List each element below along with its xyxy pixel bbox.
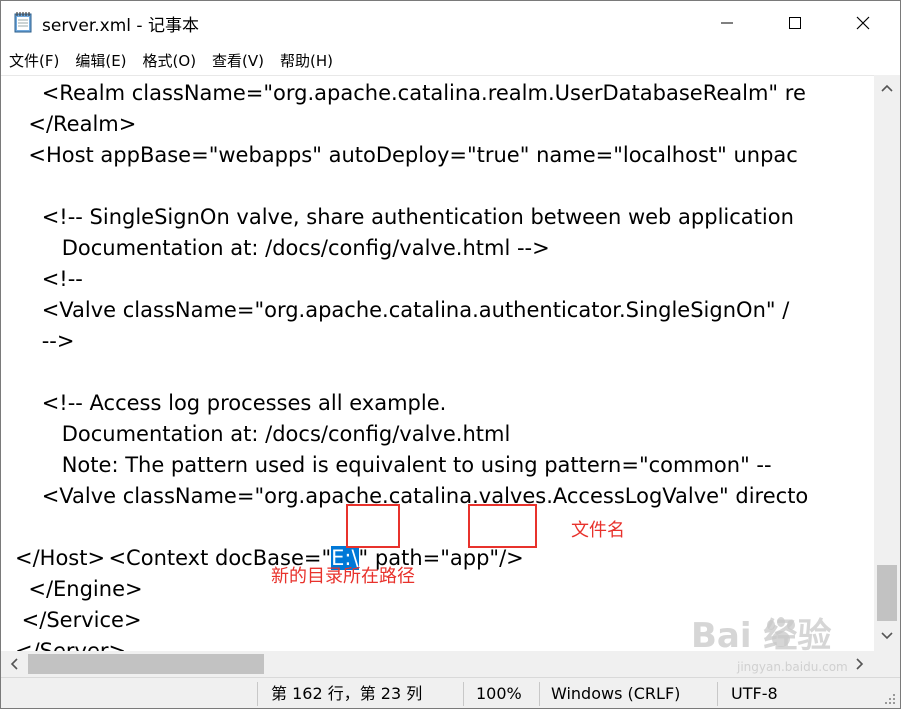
- menu-format[interactable]: 格式(O): [135, 50, 205, 71]
- minimize-button[interactable]: [704, 1, 750, 45]
- resize-grip-icon[interactable]: [883, 692, 897, 706]
- status-position: 第 162 行，第 23 列: [271, 684, 423, 703]
- text-line: <!-- Access log processes all example.: [15, 391, 447, 415]
- minimize-icon: [721, 22, 733, 24]
- status-line-ending: Windows (CRLF): [551, 684, 681, 703]
- status-zoom: 100%: [476, 684, 522, 703]
- text-line: Note: The pattern used is equivalent to …: [15, 453, 772, 477]
- status-separator: [463, 682, 464, 706]
- highlight-path-box: [468, 504, 537, 548]
- text-editor[interactable]: <Realm className="org.apache.catalina.re…: [1, 75, 874, 651]
- watermark-url: jingyan.baidu.com: [736, 660, 848, 674]
- maximize-icon: [789, 17, 801, 29]
- horizontal-scroll-thumb[interactable]: [28, 654, 264, 674]
- status-separator: [717, 682, 718, 706]
- close-icon: [856, 16, 870, 30]
- highlight-docbase-box: [346, 504, 400, 548]
- menu-view[interactable]: 查看(V): [204, 50, 272, 71]
- context-app: app: [449, 546, 490, 570]
- text-line: Documentation at: /docs/config/valve.htm…: [15, 422, 511, 446]
- annotation-path: 新的目录所在路径: [271, 566, 415, 587]
- text-line: Documentation at: /docs/config/valve.htm…: [15, 236, 550, 260]
- text-line: <!--: [15, 267, 83, 291]
- chevron-down-icon: [881, 632, 893, 640]
- text-line: -->: [15, 329, 75, 353]
- scroll-left-button[interactable]: [3, 651, 25, 677]
- text-line: <!-- SingleSignOn valve, share authentic…: [15, 205, 794, 229]
- menu-help[interactable]: 帮助(H): [272, 50, 341, 71]
- status-encoding: UTF-8: [731, 684, 778, 703]
- text-line: </Host>: [15, 546, 106, 570]
- text-line: <Host appBase="webapps" autoDeploy="true…: [15, 143, 798, 167]
- status-bar: 第 162 行，第 23 列 100% Windows (CRLF) UTF-8: [1, 677, 900, 708]
- notepad-icon: [14, 12, 32, 33]
- menu-file[interactable]: 文件(F): [1, 50, 67, 71]
- status-separator: [257, 682, 258, 706]
- baidu-jingyan-watermark: Bai 经验 jingyan.baidu.com: [691, 616, 848, 674]
- chevron-left-icon: [10, 658, 18, 670]
- maximize-button[interactable]: [772, 1, 818, 45]
- close-button[interactable]: [840, 1, 886, 45]
- text-line: </Service>: [15, 608, 142, 632]
- context-end: "/>: [489, 546, 524, 570]
- notepad-window: server.xml - 记事本 文件(F) 编辑(E) 格式(O) 查看(V)…: [0, 0, 901, 709]
- window-title: server.xml - 记事本: [42, 16, 199, 36]
- chevron-up-icon: [881, 84, 893, 92]
- text-line: <Valve className="org.apache.catalina.au…: [15, 298, 790, 322]
- title-bar: server.xml - 记事本: [1, 1, 900, 45]
- text-line: <Realm className="org.apache.catalina.re…: [15, 81, 806, 105]
- menu-bar: 文件(F) 编辑(E) 格式(O) 查看(V) 帮助(H): [1, 45, 900, 75]
- scroll-up-button[interactable]: [874, 77, 900, 99]
- vertical-scroll-thumb[interactable]: [877, 565, 897, 621]
- annotation-filename: 文件名: [571, 520, 625, 541]
- text-line: </Realm>: [15, 112, 137, 136]
- watermark-brand: Bai 经验: [691, 616, 831, 656]
- status-separator: [539, 682, 540, 706]
- context-line: <Context docBase="E:\" path="app"/>: [15, 512, 524, 570]
- menu-edit[interactable]: 编辑(E): [67, 50, 134, 71]
- vertical-scrollbar[interactable]: [874, 75, 900, 651]
- text-line: </Engine>: [15, 577, 143, 601]
- text-line: <Valve className="org.apache.catalina.va…: [15, 484, 809, 508]
- text-line: </Server>: [15, 639, 127, 651]
